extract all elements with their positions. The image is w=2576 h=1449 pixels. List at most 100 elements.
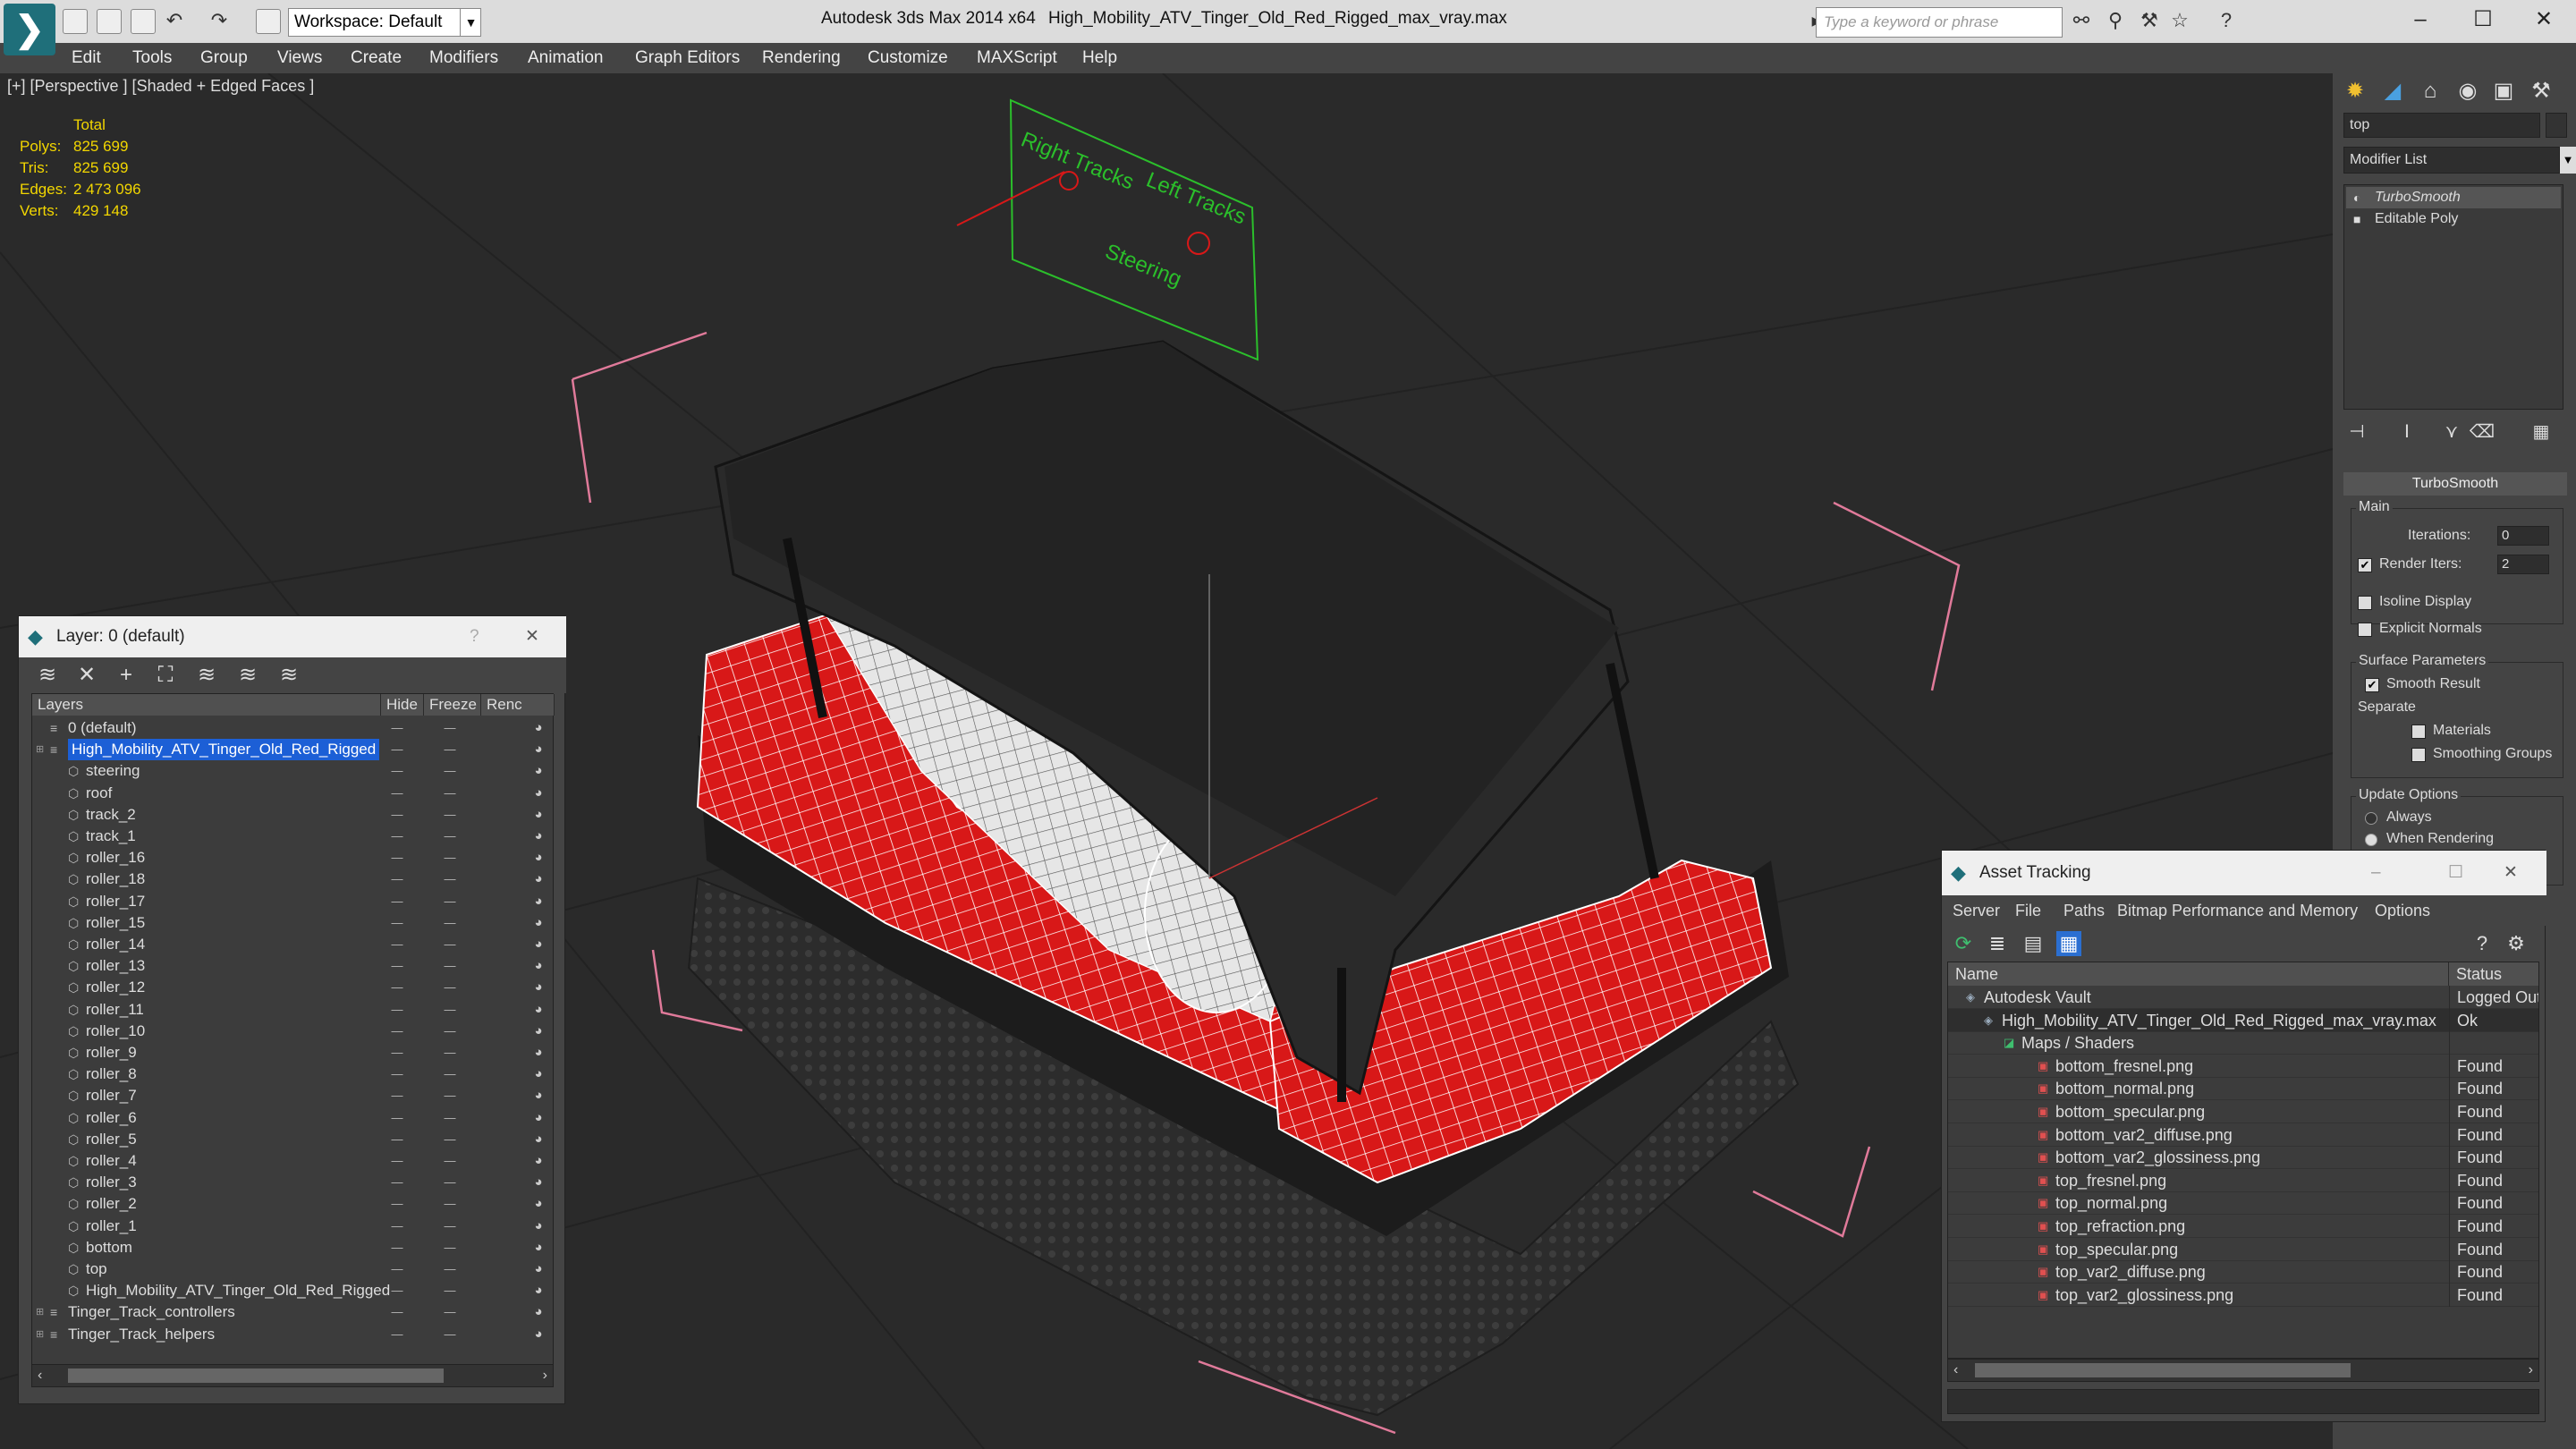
asset-name[interactable]: top_specular.png [2055,1238,2178,1261]
iterations-spinner[interactable]: 0 [2497,526,2549,546]
hide-toggle[interactable]: — [386,1258,408,1280]
asset-row[interactable]: ▣ bottom_var2_diffuse.png Found [1948,1123,2538,1147]
hide-toggle[interactable]: — [386,1216,408,1237]
layer-row[interactable]: ⬡ roller_13 — — ◕ [32,955,555,977]
search-input[interactable]: Type a keyword or phrase [1816,7,2063,38]
layer-row[interactable]: ⬡ roller_14 — — ◕ [32,934,555,955]
render-toggle-icon[interactable]: ◕ [528,934,549,955]
render-toggle-icon[interactable]: ◕ [528,1150,549,1172]
refresh-icon[interactable]: ⟳ [1951,931,1976,956]
layer-name[interactable]: roller_4 [86,1150,137,1172]
menu-modifiers[interactable]: Modifiers [429,43,498,73]
render-toggle-icon[interactable]: ◕ [528,717,549,739]
render-toggle-icon[interactable]: ◕ [528,891,549,912]
asset-name[interactable]: top_var2_glossiness.png [2055,1284,2233,1307]
hide-toggle[interactable]: — [386,1063,408,1085]
hide-toggle[interactable]: — [386,1280,408,1301]
thumbnail-view-icon[interactable]: ▤ [2021,931,2046,956]
hide-toggle[interactable]: — [386,1129,408,1150]
layer-row[interactable]: ⬡ top — — ◕ [32,1258,555,1280]
freeze-toggle[interactable]: — [436,891,463,912]
layer-row[interactable]: ⬡ roller_10 — — ◕ [32,1021,555,1042]
layer-row[interactable]: ⬡ roller_8 — — ◕ [32,1063,555,1085]
workspace-dropdown[interactable]: Workspace: Default [288,8,481,37]
hide-toggle[interactable]: — [386,826,408,847]
layer-row[interactable]: ⬡ roller_3 — — ◕ [32,1172,555,1193]
hide-toggle[interactable]: — [386,717,408,739]
menu-help[interactable]: Help [1082,43,1117,73]
asset-name[interactable]: top_fresnel.png [2055,1169,2166,1192]
remove-modifier-icon[interactable]: ⌫ [2469,419,2496,445]
layer-row[interactable]: ⬡ roller_5 — — ◕ [32,1129,555,1150]
layer-horizontal-scrollbar[interactable]: ‹ › [31,1364,554,1387]
freeze-toggle[interactable]: — [436,869,463,890]
freeze-toggle[interactable]: — [436,1063,463,1085]
freeze-toggle[interactable]: — [436,1042,463,1063]
layer-row[interactable]: ⬡ roof — — ◕ [32,783,555,804]
layer-name[interactable]: roller_11 [86,999,144,1021]
freeze-toggle[interactable]: — [436,1280,463,1301]
menu-customize[interactable]: Customize [868,43,948,73]
show-end-result-icon[interactable]: Ⅰ [2394,419,2420,445]
utilities-tab-icon[interactable]: ⚒ [2524,75,2558,107]
asset-menu-bitmap-performance[interactable]: Bitmap Performance and Memory [2117,895,2358,926]
render-toggle-icon[interactable]: ◕ [528,1172,549,1193]
render-toggle-icon[interactable]: ◕ [528,783,549,804]
render-toggle-icon[interactable]: ◕ [528,977,549,998]
layer-name[interactable]: roller_7 [86,1085,137,1106]
render-toggle-icon[interactable]: ◕ [528,1042,549,1063]
render-toggle-icon[interactable]: ◕ [528,912,549,934]
hierarchy-tab-icon[interactable]: ⌂ [2413,75,2447,107]
binoculars-icon[interactable]: ⚯ [2070,9,2093,32]
delete-layer-icon[interactable]: ✕ [74,663,99,688]
layer-name[interactable]: roller_16 [86,847,145,869]
asset-name[interactable]: High_Mobility_ATV_Tinger_Old_Red_Rigged_… [2002,1009,2436,1032]
freeze-toggle[interactable]: — [436,1324,463,1345]
render-toggle-icon[interactable]: ◕ [528,760,549,782]
asset-name[interactable]: bottom_normal.png [2055,1077,2194,1100]
layer-name[interactable]: roller_9 [86,1042,137,1063]
make-unique-icon[interactable]: ⋎ [2438,419,2465,445]
new-file-icon[interactable] [63,9,88,34]
hide-toggle[interactable]: — [386,955,408,977]
smoothing-groups-checkbox[interactable] [2411,748,2426,762]
hide-toggle[interactable]: — [386,1324,408,1345]
layer-name[interactable]: roller_17 [86,891,145,912]
chevron-down-icon[interactable]: ▼ [460,8,481,37]
hide-toggle[interactable]: — [386,869,408,890]
freeze-toggle[interactable]: — [436,977,463,998]
layer-row[interactable]: ⬡ roller_16 — — ◕ [32,847,555,869]
key-icon[interactable]: ⚲ [2104,9,2127,32]
render-toggle-icon[interactable]: ◕ [528,1193,549,1215]
freeze-toggle[interactable]: — [436,1237,463,1258]
asset-table[interactable]: Name Status ◈ Autodesk Vault Logged Out ◈ Hi… [1947,962,2539,1359]
layer-name[interactable]: Tinger_Track_helpers [68,1324,215,1345]
render-toggle-icon[interactable]: ◕ [528,847,549,869]
stack-item-editable-poly[interactable]: ■ Editable Poly [2346,208,2561,230]
freeze-toggle[interactable]: — [436,1085,463,1106]
freeze-toggle[interactable]: — [436,999,463,1021]
asset-name[interactable]: top_var2_diffuse.png [2055,1260,2206,1284]
asset-row[interactable]: ◈ High_Mobility_ATV_Tinger_Old_Red_Rigged… [1948,1008,2538,1032]
hide-toggle[interactable]: — [386,999,408,1021]
create-tab-icon[interactable]: ✹ [2338,75,2372,107]
freeze-toggle[interactable]: — [436,1129,463,1150]
select-objects-icon[interactable]: ⛶ [153,663,178,688]
layer-row[interactable]: ⊞ ≡ Tinger_Track_controllers — — ◕ [32,1301,555,1323]
stack-item-turbosmooth[interactable]: ◐ TurboSmooth [2346,187,2561,208]
layer-name[interactable]: roller_1 [86,1216,137,1237]
freeze-toggle[interactable]: — [436,1301,463,1323]
render-toggle-icon[interactable]: ◕ [528,1021,549,1042]
materials-checkbox[interactable] [2411,724,2426,739]
hide-toggle[interactable]: — [386,760,408,782]
render-toggle-icon[interactable]: ◕ [528,955,549,977]
display-tab-icon[interactable]: ▣ [2487,75,2521,107]
freeze-toggle[interactable]: — [436,1258,463,1280]
open-file-icon[interactable] [97,9,122,34]
undo-icon[interactable]: ↶ [163,9,186,32]
asset-row[interactable]: ▣ bottom_var2_glossiness.png Found [1948,1146,2538,1170]
modifier-list-dropdown[interactable]: Modifier List [2343,147,2560,174]
maximize-icon[interactable]: ☐ [2448,851,2463,895]
close-icon[interactable]: ✕ [2513,0,2574,39]
menu-maxscript[interactable]: MAXScript [977,43,1057,73]
